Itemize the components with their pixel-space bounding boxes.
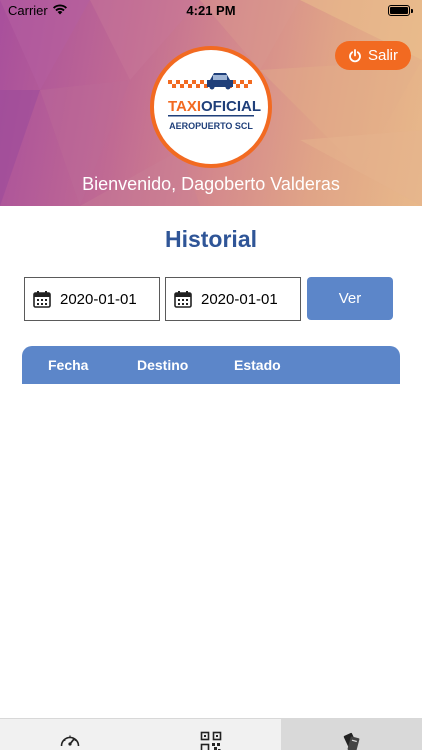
taxi-oficial-logo: TAXI OFICIAL AEROPUERTO SCL [150,46,272,168]
welcome-message: Bienvenido, Dagoberto Valderas [82,174,340,194]
calendar-icon [174,291,192,308]
start-date-value: 2020-01-01 [60,290,137,308]
page-title: Historial [164,226,258,252]
history-icon [343,732,359,750]
logout-button[interactable]: Salir [335,41,411,70]
speedometer-icon [60,735,80,747]
tab-bar [0,718,422,750]
logo-brand-text-1: TAXI [168,98,201,115]
logout-label: Salir [367,47,398,64]
logo-subtitle: AEROPUERTO SCL [169,121,253,131]
clock-label: 4:21 PM [186,3,236,18]
battery-icon [388,5,413,16]
qr-code-icon [200,731,222,750]
tab-qr[interactable] [141,719,281,750]
power-icon [349,48,361,62]
end-date-value: 2020-01-01 [201,290,278,308]
start-date-field[interactable]: 2020-01-01 [24,277,160,321]
history-table-header: Fecha Destino Estado [22,346,400,384]
logo-brand-text-2: OFICIAL [201,98,261,115]
column-header-destino: Destino [137,357,189,373]
ver-button[interactable]: Ver [307,277,393,320]
status-bar: Carrier 4:21 PM [0,0,422,22]
calendar-icon [33,291,51,308]
header-banner: Carrier 4:21 PM TAXI OFICIAL AEROPUERTO … [0,0,422,206]
tab-dashboard[interactable] [0,719,140,750]
column-header-estado: Estado [234,357,281,373]
end-date-field[interactable]: 2020-01-01 [165,277,301,321]
column-header-fecha: Fecha [48,357,89,373]
tab-history[interactable] [281,719,422,750]
